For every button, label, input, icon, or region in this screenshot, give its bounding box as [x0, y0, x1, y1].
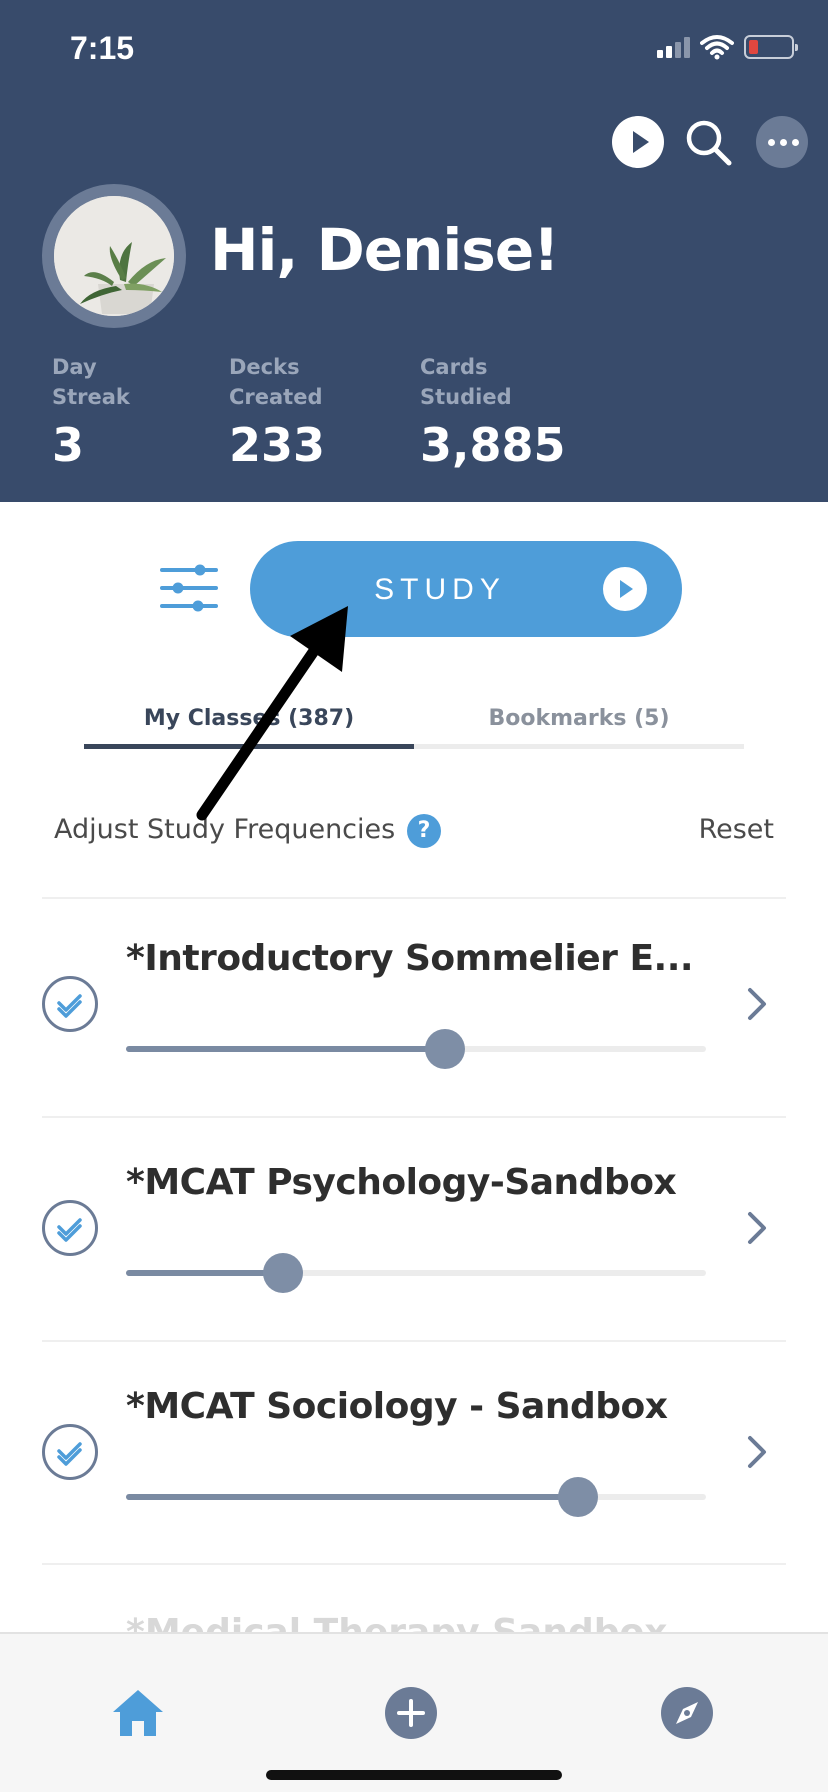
profile-header: 7:15 Hi, Denise! Day Streak 3 Decks Crea…: [0, 0, 828, 502]
slider-fill: [126, 1270, 283, 1276]
avatar[interactable]: [42, 184, 186, 328]
slider-thumb[interactable]: [558, 1477, 599, 1517]
stat-cards-studied: Cards Studied 3,885: [420, 352, 566, 472]
play-button[interactable]: [612, 116, 664, 168]
home-indicator: [266, 1770, 562, 1780]
stat-value: 3: [52, 418, 85, 472]
battery-icon: [744, 35, 798, 59]
status-time: 7:15: [70, 30, 135, 66]
check-icon[interactable]: [42, 1424, 98, 1480]
slider-thumb[interactable]: [262, 1253, 303, 1293]
stat-label: Created: [229, 385, 323, 409]
slider-thumb[interactable]: [425, 1029, 465, 1069]
deck-row[interactable]: *Introductory Sommelier E...: [0, 898, 828, 1120]
stat-label: Cards: [420, 355, 488, 379]
deck-row[interactable]: *MCAT Sociology - Sandbox: [0, 1342, 828, 1564]
deck-title: *MCAT Sociology - Sandbox: [126, 1386, 668, 1427]
more-icon: [768, 139, 799, 146]
frequency-slider[interactable]: [126, 1029, 706, 1069]
avatar-photo: [54, 196, 174, 316]
deck-title-partial: *Medical Therapy Sandbox: [126, 1612, 668, 1634]
help-icon[interactable]: ?: [407, 814, 441, 848]
divider: [42, 1563, 786, 1565]
more-options-button[interactable]: [756, 116, 808, 168]
adjust-frequencies-label: Adjust Study Frequencies: [54, 814, 396, 845]
stat-value: 233: [229, 418, 326, 472]
chevron-right-icon[interactable]: [740, 1204, 772, 1252]
slider-fill: [126, 1494, 579, 1500]
study-button-label: STUDY: [374, 573, 506, 606]
check-icon[interactable]: [42, 976, 98, 1032]
search-icon[interactable]: [682, 116, 734, 168]
stat-label: Day: [52, 355, 97, 379]
slider-fill: [126, 1046, 445, 1052]
bottom-nav: [0, 1632, 828, 1792]
filter-settings-icon[interactable]: [160, 564, 218, 612]
frequency-slider[interactable]: [126, 1253, 706, 1293]
stat-label: Studied: [420, 385, 512, 409]
frequency-slider[interactable]: [126, 1477, 706, 1517]
stat-value: 3,885: [420, 418, 566, 472]
deck-title: *Introductory Sommelier E...: [126, 938, 694, 979]
greeting-title: Hi, Denise!: [210, 216, 560, 284]
study-button[interactable]: STUDY: [250, 541, 682, 637]
tab-bookmarks[interactable]: Bookmarks (5): [414, 706, 744, 731]
reset-button[interactable]: Reset: [699, 814, 774, 845]
status-icons: [657, 34, 798, 60]
stat-day-streak: Day Streak 3: [52, 352, 130, 472]
tab-active-indicator: [84, 744, 414, 749]
wifi-icon: [700, 35, 734, 60]
deck-row[interactable]: *MCAT Psychology-Sandbox: [0, 1118, 828, 1340]
chevron-right-icon[interactable]: [740, 980, 772, 1028]
play-icon: [603, 567, 647, 611]
home-icon[interactable]: [111, 1686, 165, 1740]
deck-title: *MCAT Psychology-Sandbox: [126, 1162, 677, 1203]
signal-icon: [657, 36, 690, 58]
stat-label: Decks: [229, 355, 300, 379]
chevron-right-icon[interactable]: [740, 1428, 772, 1476]
add-icon[interactable]: [384, 1686, 438, 1740]
check-icon[interactable]: [42, 1200, 98, 1256]
tab-my-classes[interactable]: My Classes (387): [84, 706, 414, 731]
stat-label: Streak: [52, 385, 130, 409]
compass-icon[interactable]: [660, 1686, 714, 1740]
stat-decks-created: Decks Created 233: [229, 352, 325, 472]
